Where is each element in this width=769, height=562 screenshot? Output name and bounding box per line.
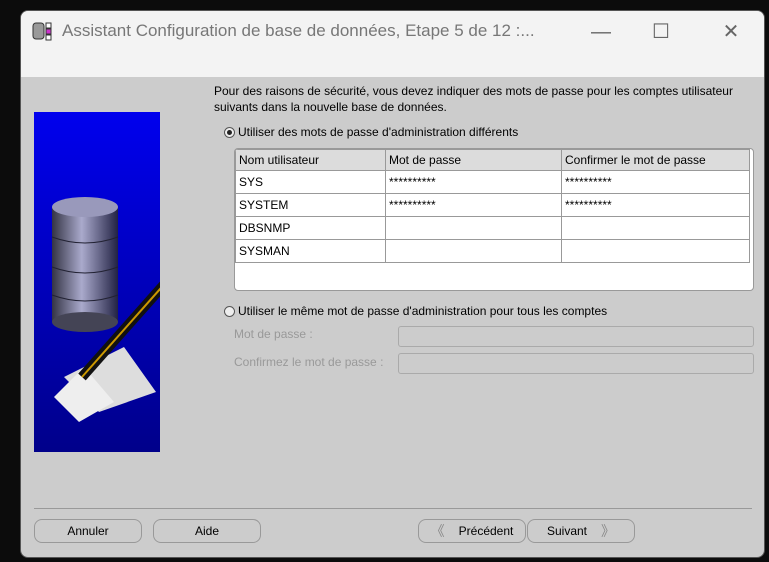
title-bar: Assistant Configuration de base de donné… (21, 11, 764, 77)
password-cell[interactable]: ********** (385, 193, 562, 217)
password-cell[interactable]: ********** (385, 170, 562, 194)
table-row: SYSTEM ********** ********** (235, 193, 750, 217)
minimize-button[interactable]: — (586, 19, 616, 45)
maximize-button[interactable]: ☐ (646, 19, 676, 45)
column-header[interactable]: Confirmer le mot de passe (561, 149, 750, 171)
radio-label: Utiliser le même mot de passe d'administ… (238, 304, 608, 318)
user-cell: SYSMAN (235, 239, 386, 263)
radio-selected-icon[interactable] (224, 126, 235, 138)
table-row: SYS ********** ********** (235, 170, 750, 194)
back-label: Précédent (458, 524, 514, 538)
table-row: DBSNMP (235, 216, 750, 240)
database-pen-illustration (34, 112, 160, 452)
radio-label: Utiliser des mots de passe d'administrat… (238, 125, 519, 139)
divider (34, 508, 752, 509)
confirm-cell[interactable]: ********** (561, 170, 750, 194)
password-input[interactable] (398, 326, 754, 347)
radio-different-passwords[interactable]: Utiliser des mots de passe d'administrat… (224, 125, 518, 139)
radio-unselected-icon[interactable] (224, 305, 235, 317)
close-button[interactable]: ✕ (716, 19, 746, 45)
chevron-left-icon: 《 (430, 523, 445, 539)
password-cell[interactable] (385, 216, 562, 240)
confirm-cell[interactable] (561, 239, 750, 263)
user-cell: SYS (235, 170, 386, 194)
password-label: Mot de passe : (234, 327, 313, 341)
table-row: SYSMAN (235, 239, 750, 263)
help-label: Aide (194, 524, 220, 538)
chevron-right-icon: 》 (601, 523, 616, 539)
table-header-row: Nom utilisateur Mot de passe Confirmer l… (235, 149, 750, 171)
confirm-password-input[interactable] (398, 353, 754, 374)
confirm-cell[interactable]: ********** (561, 193, 750, 217)
intro-text: Pour des raisons de sécurité, vous devez… (214, 84, 733, 114)
window-title: Assistant Configuration de base de donné… (62, 21, 535, 40)
user-cell: SYSTEM (235, 193, 386, 217)
radio-same-password[interactable]: Utiliser le même mot de passe d'administ… (224, 304, 607, 318)
cancel-label: Annuler (67, 524, 109, 538)
help-button[interactable]: Aide (153, 519, 261, 543)
confirm-cell[interactable] (561, 216, 750, 240)
user-cell: DBSNMP (235, 216, 386, 240)
database-app-icon (32, 22, 52, 41)
column-header[interactable]: Mot de passe (385, 149, 562, 171)
wizard-window: Assistant Configuration de base de donné… (20, 10, 765, 558)
password-cell[interactable] (385, 239, 562, 263)
next-button[interactable]: Suivant 》 (527, 519, 635, 543)
next-label: Suivant (546, 524, 588, 538)
passwords-table: Nom utilisateur Mot de passe Confirmer l… (234, 148, 754, 291)
column-header[interactable]: Nom utilisateur (235, 149, 386, 171)
confirm-password-label: Confirmez le mot de passe : (234, 355, 384, 369)
cancel-button[interactable]: Annuler (34, 519, 142, 543)
back-button[interactable]: 《 Précédent (418, 519, 526, 543)
